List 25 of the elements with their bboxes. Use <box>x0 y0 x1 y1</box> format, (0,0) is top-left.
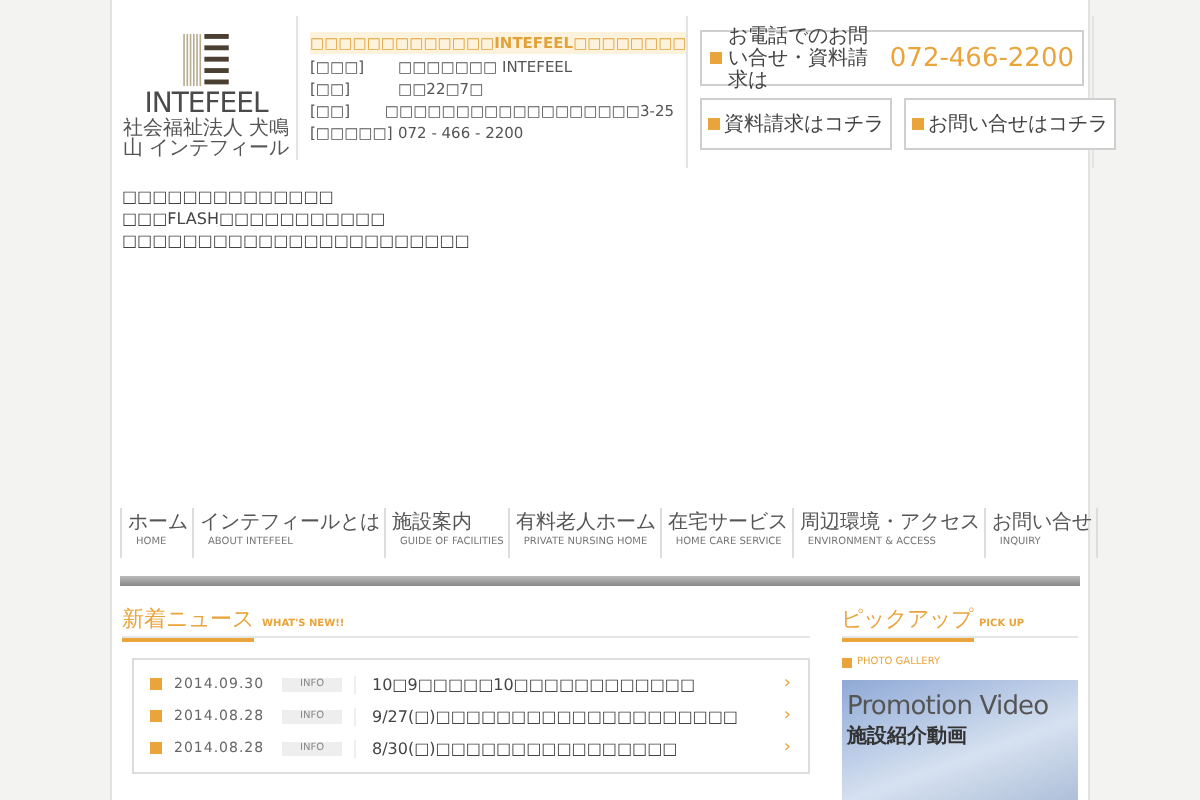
pickup-heading: ピックアップ <box>841 604 974 642</box>
news-link[interactable]: 8/30(□)□□□□□□□□□□□□□□□□ <box>354 739 772 757</box>
phone-number: 072-466-2200 <box>889 43 1074 73</box>
intro-line: □□□FLASH□□□□□□□□□□□ <box>122 208 388 230</box>
bullet-icon <box>150 742 162 754</box>
news-heading: 新着ニュース <box>122 604 254 642</box>
logo-wordmark: INTEFEEL <box>144 90 268 120</box>
news-link[interactable]: 9/27(□)□□□□□□□□□□□□□□□□□□□□ <box>354 707 772 725</box>
logo-subtitle: 社会福祉法人 犬鳴山 インテフィール <box>120 120 292 160</box>
phone-label: お電話でのお問い合せ・資料請求は <box>728 25 870 91</box>
intro-line: □□□□□□□□□□□□□□□□□□□□□□□ <box>122 230 472 252</box>
bullet-icon <box>708 118 720 130</box>
news-link[interactable]: 10□9□□□□□10□□□□□□□□□□□□ <box>354 675 772 693</box>
bullet-icon <box>710 52 722 64</box>
bullet-icon <box>150 710 162 722</box>
contact-button[interactable]: 資料請求はコチラ <box>700 98 892 150</box>
banner-subtitle: 施設紹介動画 <box>847 723 970 750</box>
contact-button[interactable]: お問い合せはコチラ <box>904 98 1116 150</box>
bullet-icon <box>150 678 162 690</box>
intro-line: □□□□□□□□□□□□□□ <box>122 186 336 208</box>
logo-mark-icon <box>182 34 230 86</box>
banner-title: Promotion Video <box>847 692 1051 722</box>
bullet-icon <box>841 657 852 667</box>
bullet-icon <box>912 118 924 130</box>
promotion-video-banner[interactable]: Promotion Video 施設紹介動画 <box>841 680 1078 800</box>
